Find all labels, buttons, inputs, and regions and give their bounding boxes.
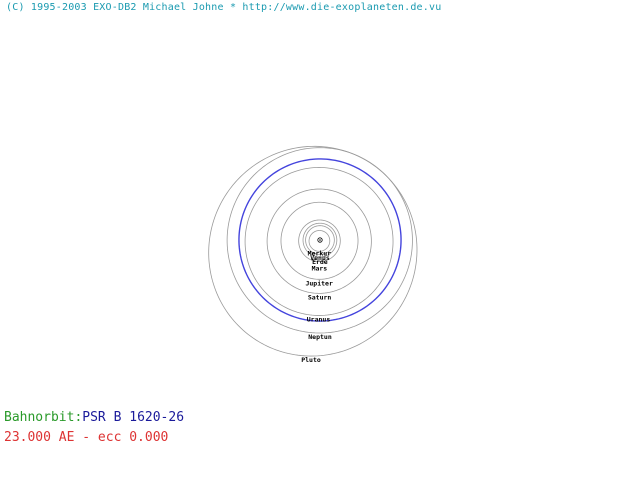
orbit-saturn: [266, 188, 372, 294]
label-pluto: Pluto: [301, 356, 321, 364]
planet-labels: MerkurVenusErdeMarsJupiterSaturnUranusNe…: [301, 249, 333, 364]
label-jupiter: Jupiter: [305, 279, 332, 287]
label-mars: Mars: [312, 264, 328, 272]
orbit-parameters: 23.000 AE - ecc 0.000: [4, 430, 169, 445]
sun-marker: [317, 237, 323, 243]
orbit-diagram: MerkurVenusErdeMarsJupiterSaturnUranusNe…: [208, 145, 418, 364]
label-neptun: Neptun: [308, 333, 332, 341]
label-uranus: Uranus: [307, 316, 331, 324]
label-saturn: Saturn: [308, 293, 332, 301]
orbit-merkur: [308, 230, 331, 252]
orbit-info-line: Bahnorbit:PSR B 1620-26: [4, 410, 184, 425]
system-name: PSR B 1620-26: [82, 410, 185, 425]
orbit-label: Bahnorbit:: [4, 410, 83, 425]
